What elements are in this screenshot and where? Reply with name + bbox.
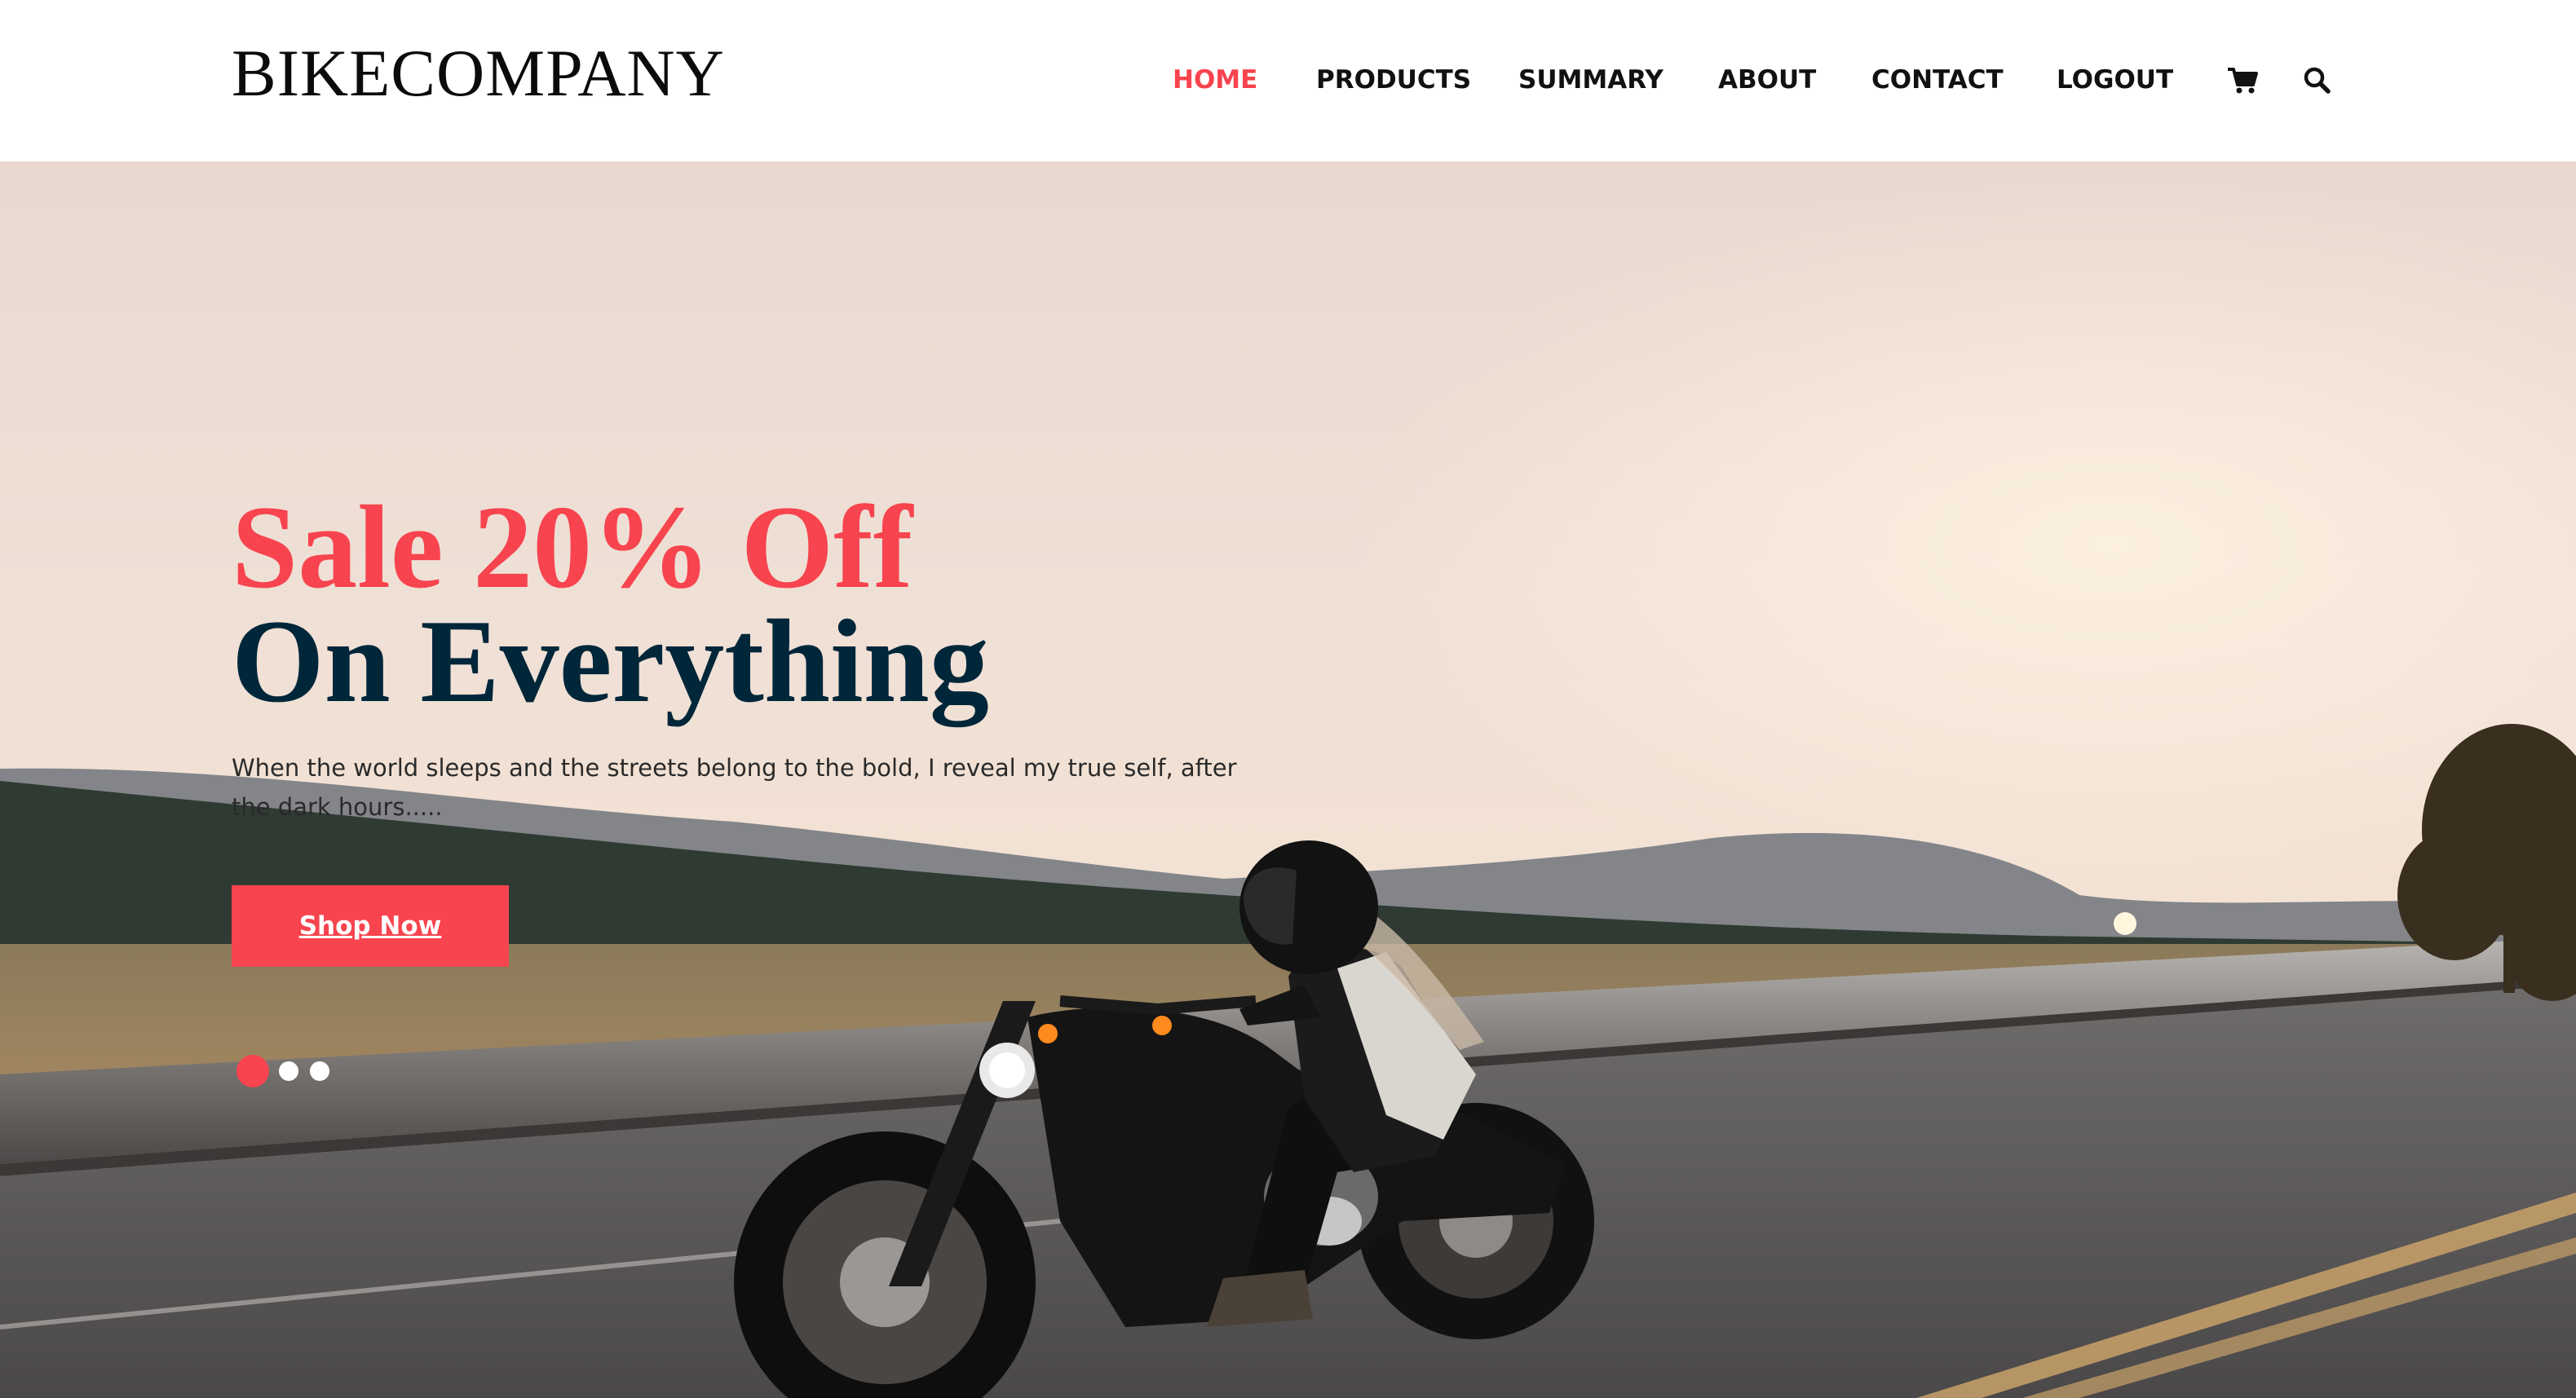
nav-about[interactable]: ABOUT bbox=[1718, 55, 1816, 104]
site-header: BIKECOMPANY HOME PRODUCTS SUMMARY ABOUT … bbox=[0, 0, 2576, 161]
carousel-dot[interactable] bbox=[310, 1061, 329, 1081]
search-icon[interactable] bbox=[2301, 64, 2334, 96]
hero-description: When the world sleeps and the streets be… bbox=[232, 754, 1237, 821]
nav-home[interactable]: HOME bbox=[1173, 55, 1257, 104]
hero-banner: Sale 20% Off On Everything When the worl… bbox=[0, 161, 2576, 1398]
hero-headline-everything: On Everything bbox=[232, 595, 989, 727]
nav-contact[interactable]: CONTACT bbox=[1871, 55, 2004, 104]
shop-now-button[interactable]: Shop Now bbox=[232, 885, 509, 967]
brand-logo[interactable]: BIKECOMPANY bbox=[232, 33, 725, 114]
cart-icon[interactable] bbox=[2226, 64, 2259, 96]
carousel-dot[interactable] bbox=[279, 1061, 298, 1081]
hero-headline-sale: Sale 20% Off bbox=[232, 481, 913, 613]
nav-logout[interactable]: LOGOUT bbox=[2057, 55, 2173, 104]
carousel-dot-active[interactable] bbox=[236, 1055, 269, 1087]
nav-products[interactable]: PRODUCTS bbox=[1316, 55, 1471, 104]
nav-summary[interactable]: SUMMARY bbox=[1518, 55, 1664, 104]
